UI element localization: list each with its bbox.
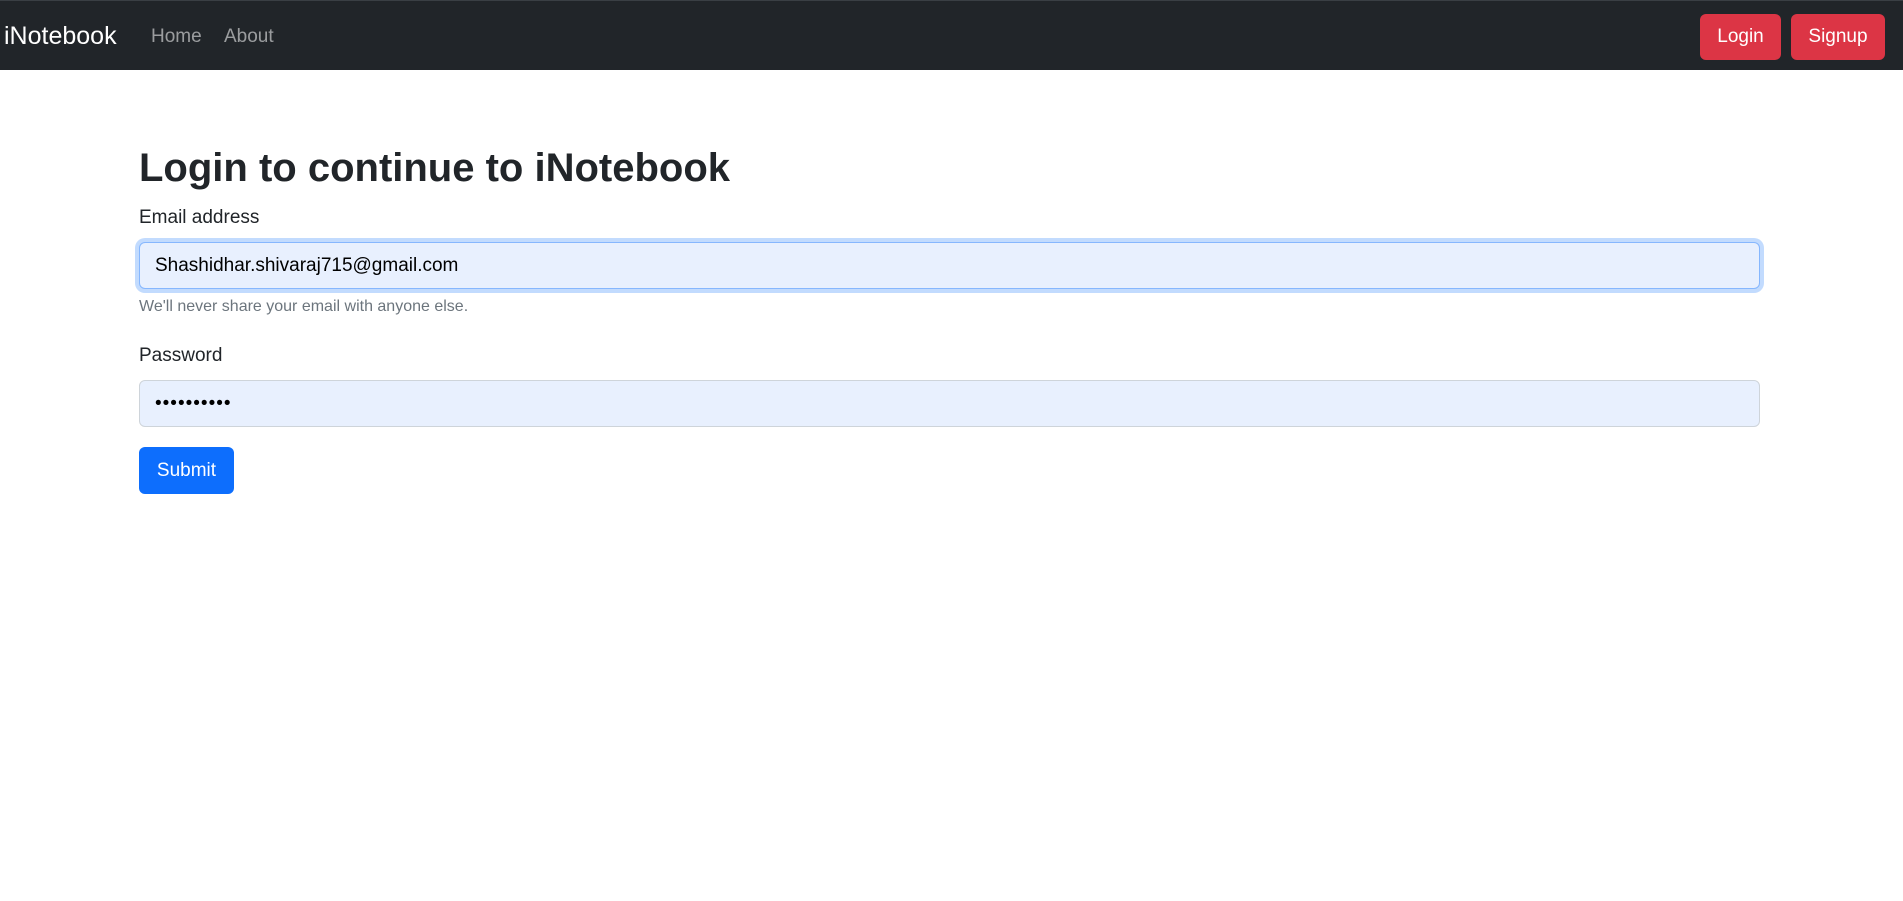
nav-link-home[interactable]: Home xyxy=(151,26,202,48)
brand-logo-link[interactable]: iNotebook xyxy=(4,21,117,51)
email-label: Email address xyxy=(139,207,260,228)
submit-button[interactable]: Submit xyxy=(139,447,234,494)
password-label: Password xyxy=(139,345,223,366)
email-input[interactable] xyxy=(139,242,1760,289)
email-help-text: We'll never share your email with anyone… xyxy=(139,298,469,315)
signup-button[interactable]: Signup xyxy=(1791,14,1885,60)
nav-link-about[interactable]: About xyxy=(224,26,274,48)
login-button[interactable]: Login xyxy=(1700,14,1781,60)
password-input[interactable] xyxy=(139,380,1760,427)
top-navbar: iNotebook Home About Login Signup xyxy=(0,0,1903,70)
page-title: Login to continue to iNotebook xyxy=(139,146,731,190)
